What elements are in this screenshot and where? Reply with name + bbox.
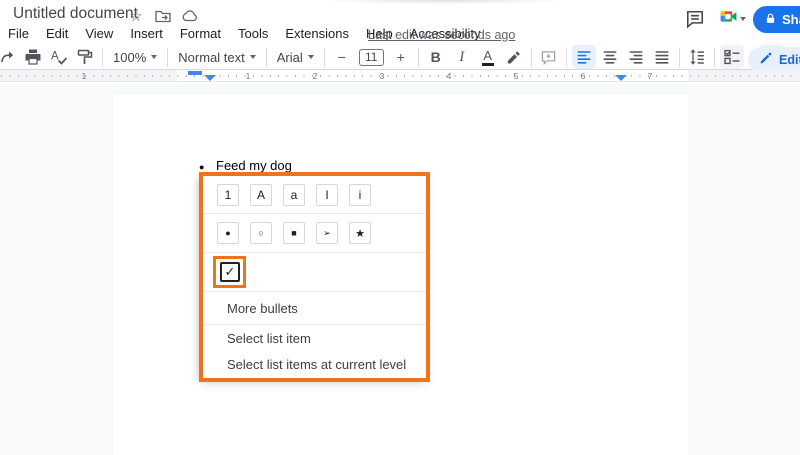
toolbar: A 100% Normal text Arial − 11 + B I A Ed… — [0, 45, 800, 72]
font-value: Arial — [276, 49, 303, 65]
menu-extensions[interactable]: Extensions — [285, 26, 349, 41]
paragraph-style-select[interactable]: Normal text — [173, 45, 260, 69]
text-color-bar — [481, 62, 494, 66]
bullet-option-arrow[interactable]: ➢ — [316, 222, 338, 244]
numbered-option-lower-alpha[interactable]: a — [283, 183, 305, 206]
paragraph-style-value: Normal text — [178, 49, 245, 65]
spelling-check-button[interactable]: A — [47, 45, 71, 69]
align-left-button[interactable] — [571, 45, 596, 69]
google-docs-window: Untitled document ☆ File Edit View Inser… — [0, 0, 800, 455]
ruler-number: 5 — [513, 71, 519, 81]
editing-mode-button[interactable]: Editing — [748, 47, 800, 72]
numbered-option-upper-roman[interactable]: I — [316, 183, 338, 206]
menu-tools[interactable]: Tools — [238, 26, 268, 41]
select-list-item[interactable]: Select list item — [203, 325, 426, 351]
ruler-number: 1 — [81, 71, 87, 81]
numbered-styles-row: 1 A a I i — [203, 176, 426, 214]
toolbar-separator — [565, 47, 567, 67]
checklist-option[interactable]: ✓ — [220, 262, 240, 282]
right-indent-marker[interactable] — [615, 74, 627, 81]
checklist-row: ✓ — [203, 253, 426, 292]
ruler-number: 3 — [379, 71, 385, 81]
bullet-list-dropdown-menu: 1 A a I i ● ○ ■ ➢ ★ ✓ More bullets Selec… — [203, 176, 426, 378]
numbered-option-upper-alpha[interactable]: A — [250, 183, 272, 206]
paint-format-button[interactable] — [73, 45, 97, 69]
highlight-color-button[interactable] — [502, 45, 526, 69]
document-status-cloud-icon[interactable] — [181, 7, 199, 25]
align-center-button[interactable] — [598, 45, 622, 69]
zoom-value: 100% — [113, 49, 147, 65]
ruler-band: 1 1 2 3 4 5 6 7 — [0, 70, 800, 82]
editing-mode-label: Editing — [779, 52, 800, 67]
ruler-number: 6 — [580, 71, 586, 81]
menu-edit[interactable]: Edit — [46, 26, 68, 41]
zoom-caret-icon — [151, 55, 158, 59]
bullet-option-disc[interactable]: ● — [217, 222, 239, 244]
style-caret-icon — [249, 55, 256, 59]
font-size-field[interactable]: 11 — [358, 48, 384, 66]
numbered-option-decimal[interactable]: 1 — [217, 183, 239, 206]
ruler-number: 4 — [446, 71, 452, 81]
move-folder-icon[interactable] — [154, 7, 172, 25]
top-shadow — [330, 0, 560, 4]
ruler-number: 7 — [647, 71, 653, 81]
document-text-line[interactable]: Feed my dog — [216, 158, 292, 173]
checklist-button[interactable] — [719, 45, 744, 69]
toolbar-separator — [265, 47, 267, 67]
font-caret-icon — [307, 55, 314, 59]
bullet-option-circle[interactable]: ○ — [250, 222, 272, 244]
pencil-icon — [759, 51, 773, 68]
google-meet-icon — [719, 7, 738, 31]
italic-button[interactable]: I — [450, 45, 474, 69]
title-bar: Untitled document ☆ File Edit View Inser… — [0, 0, 800, 45]
text-color-button[interactable]: A — [476, 45, 500, 69]
bullet-styles-row: ● ○ ■ ➢ ★ — [203, 214, 426, 253]
toolbar-separator — [102, 47, 103, 67]
bold-button[interactable]: B — [424, 45, 448, 69]
align-justify-button[interactable] — [650, 45, 674, 69]
ruler[interactable]: 1 1 2 3 4 5 6 7 — [0, 70, 800, 84]
add-comment-button[interactable] — [537, 45, 561, 69]
toolbar-separator — [713, 47, 715, 67]
last-edit-link[interactable]: Last edit was seconds ago — [368, 28, 515, 42]
menu-format[interactable]: Format — [180, 26, 221, 41]
first-line-indent-marker[interactable] — [188, 71, 202, 75]
ruler-ticks — [1, 74, 799, 77]
more-bullets-item[interactable]: More bullets — [203, 292, 426, 325]
meet-dropdown-caret — [739, 17, 746, 21]
document-title[interactable]: Untitled document — [13, 5, 138, 23]
redo-button[interactable] — [0, 45, 19, 69]
share-button[interactable]: Share — [753, 6, 800, 33]
ruler-number: 1 — [245, 71, 251, 81]
toolbar-separator — [323, 47, 325, 67]
numbered-option-lower-roman[interactable]: i — [349, 183, 371, 206]
svg-text:A: A — [51, 51, 59, 63]
zoom-select[interactable]: 100% — [108, 45, 162, 69]
open-comment-history-button[interactable] — [684, 8, 706, 30]
bullet-option-star[interactable]: ★ — [349, 222, 371, 244]
left-indent-marker[interactable] — [204, 74, 216, 81]
print-button[interactable] — [21, 45, 45, 69]
toolbar-separator — [417, 47, 419, 67]
join-meet-button[interactable] — [712, 5, 752, 33]
line-spacing-button[interactable] — [685, 45, 709, 69]
align-right-button[interactable] — [624, 45, 648, 69]
bullet-option-square[interactable]: ■ — [283, 222, 305, 244]
ruler-number: 2 — [312, 71, 318, 81]
star-icon[interactable]: ☆ — [127, 7, 145, 25]
menu-file[interactable]: File — [8, 26, 29, 41]
font-select[interactable]: Arial — [272, 45, 319, 69]
menu-insert[interactable]: Insert — [130, 26, 163, 41]
toolbar-separator — [167, 47, 169, 67]
toolbar-separator — [678, 47, 680, 67]
menu-view[interactable]: View — [85, 26, 113, 41]
lock-icon — [764, 12, 777, 28]
increase-font-size-button[interactable]: + — [389, 45, 413, 69]
decrease-font-size-button[interactable]: − — [330, 45, 354, 69]
toolbar-separator — [530, 47, 532, 67]
share-button-label: Share — [782, 12, 800, 27]
list-bullet-glyph: ● — [199, 162, 205, 172]
select-list-items-at-level[interactable]: Select list items at current level — [203, 351, 426, 378]
